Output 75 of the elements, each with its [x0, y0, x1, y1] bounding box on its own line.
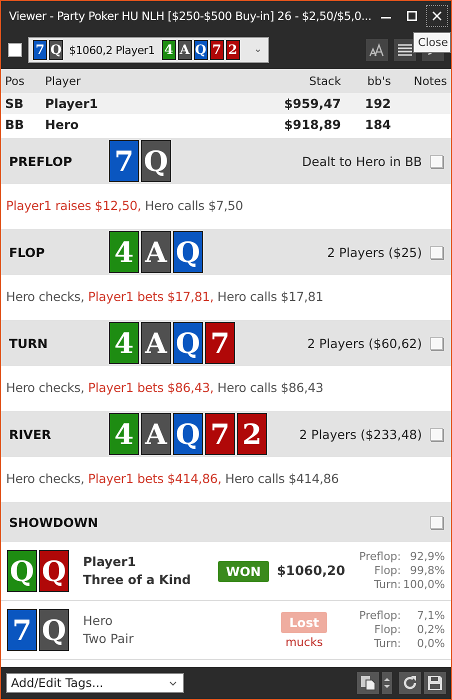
playing-card: Q	[173, 322, 203, 364]
result-badge: Lost	[281, 612, 328, 632]
street-info: Dealt to Hero in BB	[301, 154, 422, 168]
playing-card: 2	[226, 40, 240, 60]
hand-label: $1060,2 Player1	[69, 44, 155, 56]
street-name: PREFLOP	[9, 154, 74, 168]
playing-card: Q	[39, 609, 69, 651]
tooltip: Close	[413, 32, 451, 53]
street-info: 2 Players ($25)	[326, 244, 422, 260]
playing-card: 7	[7, 609, 37, 651]
table-cell-text: SB	[5, 96, 25, 111]
equity-label: Turn:	[372, 578, 401, 592]
playing-card: 7	[205, 413, 235, 455]
playing-card: Q	[141, 140, 171, 182]
playing-card: 7	[109, 140, 139, 182]
equity-value: 7,1%	[416, 609, 445, 623]
street-name: FLOP	[9, 244, 46, 260]
playing-card: 7	[205, 322, 235, 364]
table-cell-text: $918,89	[283, 117, 341, 132]
action-text: Player1 raises $12,50, Hero calls $7,50	[6, 198, 244, 212]
hand-rank: Three of a Kind	[83, 571, 192, 589]
street-info: 2 Players ($60,62)	[306, 336, 422, 350]
playing-card: 7	[210, 40, 224, 60]
result-amount: $1060,20	[276, 564, 346, 578]
street-info: 2 Players ($233,48)	[298, 426, 422, 442]
street-name: SHOWDOWN	[9, 514, 100, 530]
street-name: RIVER	[9, 426, 52, 442]
caret-icon: ⌄	[254, 45, 262, 55]
equity-label: Preflop:	[359, 609, 401, 623]
equity-value: 100,0%	[402, 578, 445, 592]
playing-card: Q	[7, 550, 37, 592]
action-text: Hero checks, Player1 bets $414,86, Hero calls $414,86	[6, 470, 339, 486]
player-name: Player1	[83, 553, 137, 571]
playing-card: A	[141, 413, 171, 455]
equity-label: Preflop:	[359, 550, 401, 564]
equity-label: Turn:	[372, 637, 401, 651]
table-cell-text: 184	[364, 117, 391, 132]
column-header: Stack	[308, 74, 341, 88]
playing-card: 4	[109, 413, 139, 455]
equity-value: 99,8%	[409, 564, 445, 578]
equity-label: Flop:	[373, 623, 401, 637]
playing-card: A	[178, 40, 192, 60]
playing-card: 4	[109, 322, 139, 364]
table-cell-text: BB	[5, 117, 26, 132]
playing-card: Q	[49, 40, 63, 60]
street-name: TURN	[9, 336, 49, 350]
equity-value: 92,9%	[409, 550, 445, 564]
player-name: Hero	[83, 612, 114, 630]
playing-card: 4	[162, 40, 176, 60]
playing-card: A	[141, 322, 171, 364]
action-text: Hero checks, Player1 bets $17,81, Hero calls $17,81	[6, 288, 324, 304]
table-cell-text: 192	[364, 96, 391, 111]
hand-rank: Two Pair	[83, 630, 135, 648]
window-title: Viewer - Party Poker HU NLH [$250-$500 Buy-in] 26 - $2,50/$5,0...	[9, 9, 372, 23]
action-text: Hero checks, Player1 bets $86,43, Hero calls $86,43	[6, 380, 324, 394]
playing-card: Q	[173, 231, 203, 273]
column-header: Pos	[5, 74, 26, 88]
result-badge: WON	[218, 560, 269, 582]
equity-label: Flop:	[373, 564, 401, 578]
equity-value: 0,2%	[416, 623, 445, 637]
column-header: Player	[45, 74, 82, 88]
result-amount: mucks	[285, 634, 323, 648]
playing-card: Q	[194, 40, 208, 60]
playing-card: A	[141, 231, 171, 273]
playing-card: 2	[237, 413, 267, 455]
table-cell-text: Hero	[45, 117, 80, 132]
column-header: Notes	[412, 74, 447, 88]
playing-card: Q	[39, 550, 69, 592]
table-cell-text: $959,47	[283, 96, 341, 111]
equity-value: 0,0%	[416, 637, 445, 651]
column-header: bb's	[366, 74, 391, 88]
table-cell-text: Player1	[45, 96, 99, 111]
playing-card: 4	[109, 231, 139, 273]
playing-card: 7	[33, 40, 47, 60]
playing-card: Q	[173, 413, 203, 455]
